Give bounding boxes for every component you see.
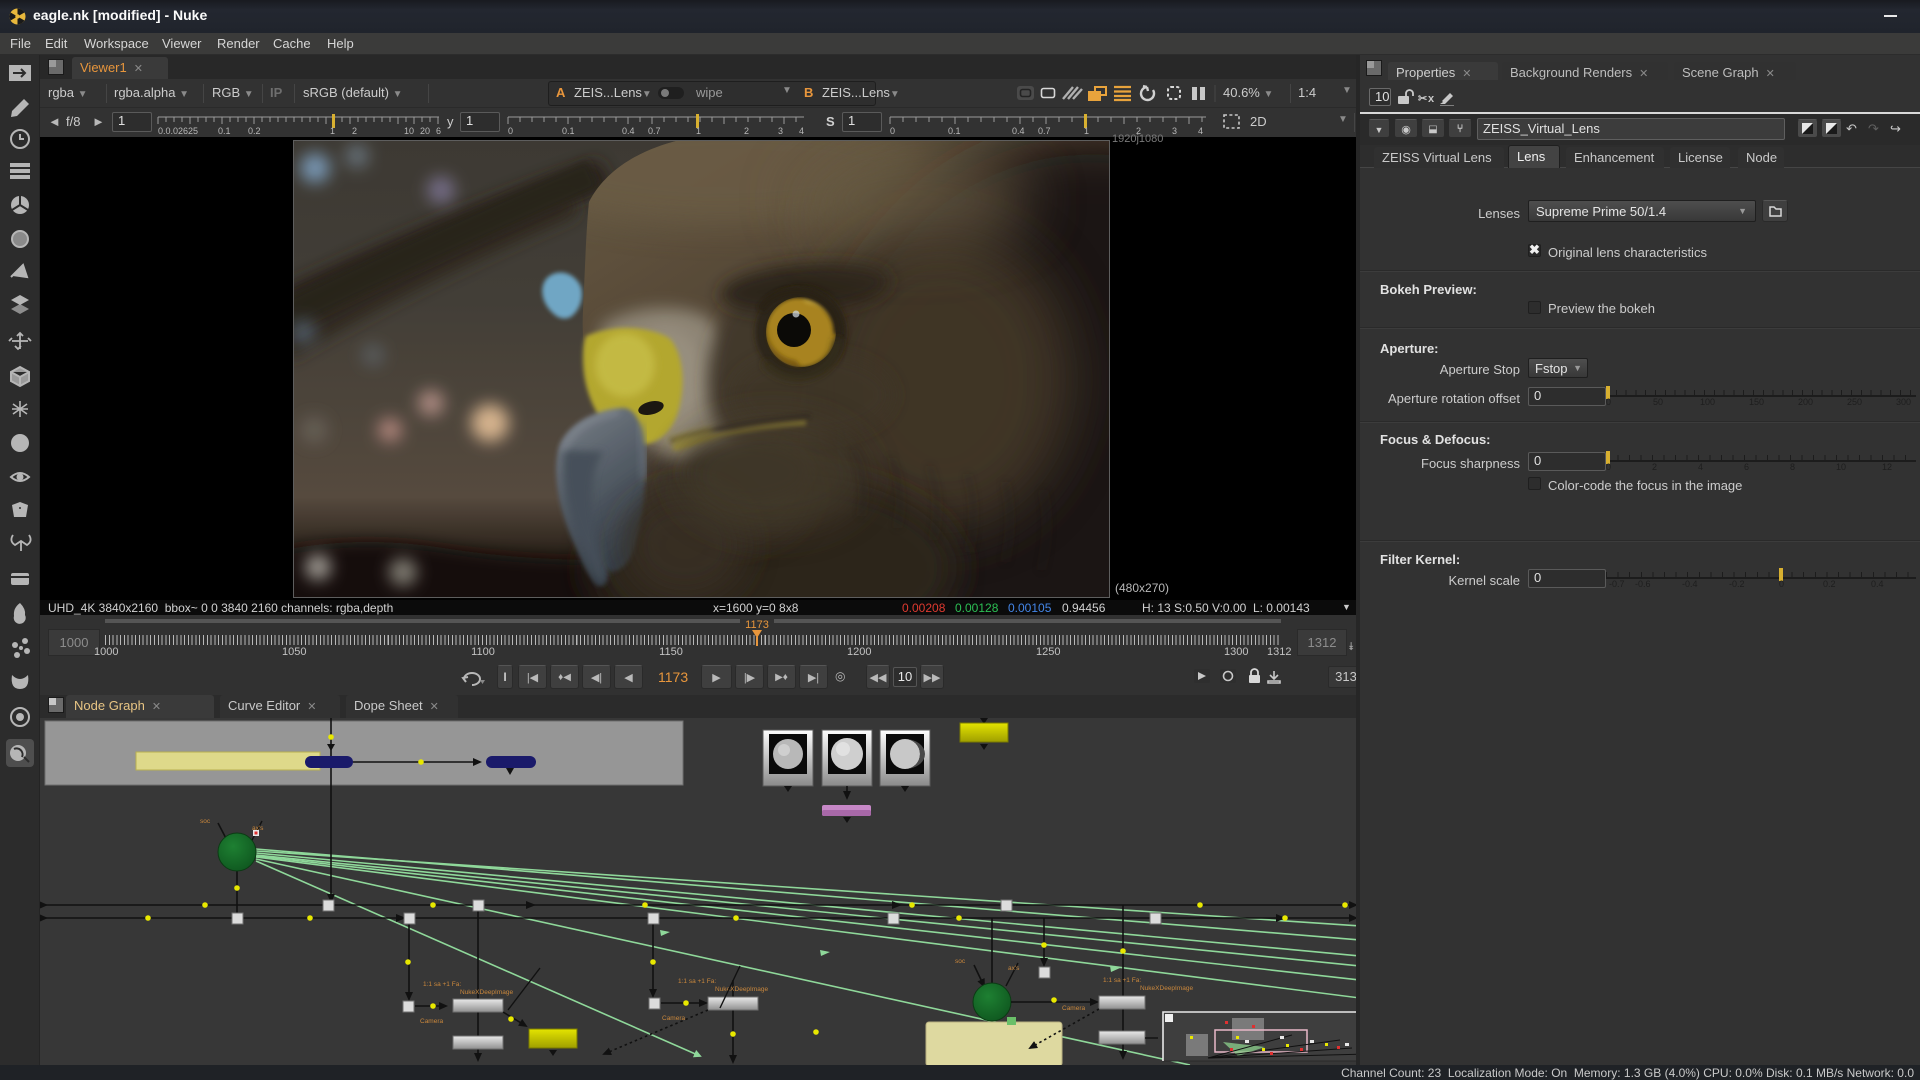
svg-text:0.2: 0.2	[248, 126, 261, 136]
svg-text:x: x	[1428, 93, 1435, 105]
svg-text:0.7: 0.7	[648, 126, 661, 136]
svg-text:0.0.02625: 0.0.02625	[158, 126, 198, 136]
svg-text:0.1: 0.1	[948, 126, 961, 136]
svg-text:0: 0	[508, 126, 513, 136]
svg-text:NukeXDeepImage: NukeXDeepImage	[1140, 985, 1193, 992]
svg-text:soc: soc	[200, 818, 211, 825]
svg-text:ax's: ax's	[1008, 965, 1020, 972]
svg-text:2: 2	[352, 126, 357, 136]
svg-text:Camera: Camera	[1062, 1005, 1086, 1012]
svg-text:10: 10	[404, 126, 414, 136]
svg-text:1: 1	[1084, 126, 1089, 136]
svg-text:0.4: 0.4	[1012, 126, 1025, 136]
svg-text:NukeXDeepImage: NukeXDeepImage	[460, 989, 513, 996]
svg-text:soc: soc	[955, 958, 966, 965]
svg-text:NukeXDeepImage: NukeXDeepImage	[715, 986, 768, 993]
svg-text:D: D	[16, 437, 25, 451]
svg-text:3: 3	[778, 126, 783, 136]
svg-text:Camera: Camera	[420, 1018, 444, 1025]
svg-text:1: 1	[696, 126, 701, 136]
svg-text:0.7: 0.7	[1038, 126, 1051, 136]
svg-text:✂: ✂	[1418, 93, 1427, 105]
svg-text:64: 64	[436, 126, 441, 136]
svg-text:0: 0	[890, 126, 895, 136]
svg-text:4: 4	[1198, 126, 1203, 136]
svg-text:0.4: 0.4	[622, 126, 635, 136]
svg-text:3: 3	[1172, 126, 1177, 136]
svg-text:1:1 sa +1 Fa:: 1:1 sa +1 Fa:	[1103, 977, 1141, 984]
svg-text:4: 4	[799, 126, 804, 136]
svg-text:2: 2	[744, 126, 749, 136]
svg-text:0.1: 0.1	[562, 126, 575, 136]
svg-text:1:1 sa +1 Fa:: 1:1 sa +1 Fa:	[678, 978, 716, 985]
svg-text:0.1: 0.1	[218, 126, 231, 136]
svg-text:1: 1	[330, 126, 335, 136]
svg-text:1:1 sa +1 Fa:: 1:1 sa +1 Fa:	[423, 981, 461, 988]
svg-text:20: 20	[420, 126, 430, 136]
